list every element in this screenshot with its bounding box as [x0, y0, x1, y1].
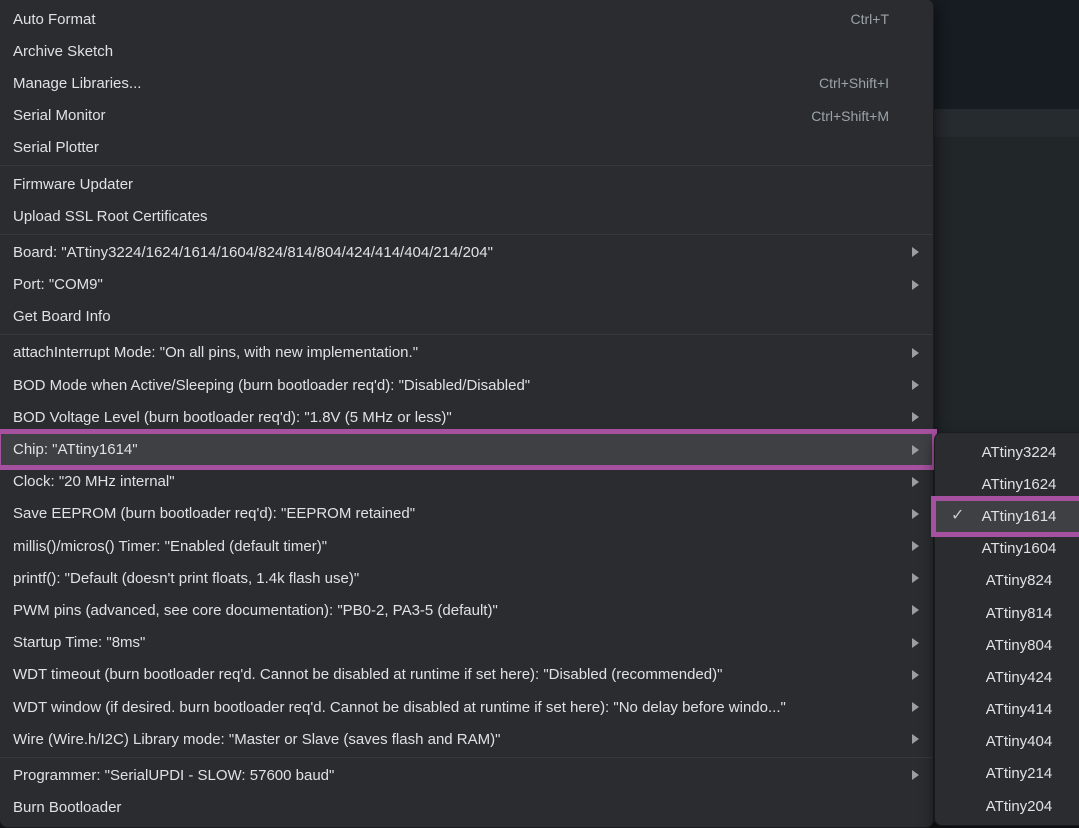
- menu-item[interactable]: BOD Mode when Active/Sleeping (burn boot…: [0, 369, 933, 401]
- menu-item[interactable]: WDT window (if desired. burn bootloader …: [0, 691, 933, 723]
- submenu-item-label: ATtiny214: [986, 765, 1052, 782]
- menu-item[interactable]: Firmware Updater: [0, 168, 933, 200]
- menu-item-label: Board: "ATtiny3224/1624/1614/1604/824/81…: [13, 244, 493, 261]
- submenu-arrow-icon: [912, 702, 919, 712]
- menu-item[interactable]: Port: "COM9": [0, 269, 933, 301]
- menu-item-label: Clock: "20 MHz internal": [13, 473, 175, 490]
- menu-item[interactable]: Serial Plotter: [0, 132, 933, 164]
- menu-item[interactable]: printf(): "Default (doesn't print floats…: [0, 562, 933, 594]
- submenu-item[interactable]: ATtiny824: [935, 565, 1079, 597]
- menu-item[interactable]: Auto Format Ctrl+T: [0, 3, 933, 35]
- menu-item-label: printf(): "Default (doesn't print floats…: [13, 570, 359, 587]
- submenu-item-label: ATtiny1614: [982, 508, 1057, 525]
- menu-item[interactable]: attachInterrupt Mode: "On all pins, with…: [0, 337, 933, 369]
- menu-item-shortcut: Ctrl+Shift+M: [811, 108, 889, 124]
- menu-item[interactable]: PWM pins (advanced, see core documentati…: [0, 594, 933, 626]
- submenu-item[interactable]: ATtiny204: [935, 790, 1079, 822]
- menu-item-label: Get Board Info: [13, 308, 111, 325]
- chip-submenu: ATtiny3224 ATtiny1624 ✓ ATtiny1614 ATtin…: [934, 432, 1079, 826]
- submenu-item-label: ATtiny404: [986, 733, 1052, 750]
- menu-item[interactable]: Burn Bootloader: [0, 792, 933, 824]
- menu-item-label: Wire (Wire.h/I2C) Library mode: "Master …: [13, 731, 500, 748]
- submenu-arrow-icon: [912, 412, 919, 422]
- submenu-item-label: ATtiny414: [986, 701, 1052, 718]
- menu-item-label: Archive Sketch: [13, 43, 113, 60]
- menu-item-label: Port: "COM9": [13, 276, 103, 293]
- menu-item-label: Firmware Updater: [13, 176, 133, 193]
- menu-item-label: attachInterrupt Mode: "On all pins, with…: [13, 344, 418, 361]
- menu-item-label: Save EEPROM (burn bootloader req'd): "EE…: [13, 505, 415, 522]
- menu-item[interactable]: Save EEPROM (burn bootloader req'd): "EE…: [0, 498, 933, 530]
- submenu-item-label: ATtiny814: [986, 605, 1052, 622]
- submenu-arrow-icon: [912, 280, 919, 290]
- submenu-item[interactable]: ATtiny414: [935, 694, 1079, 726]
- menu-item[interactable]: Manage Libraries... Ctrl+Shift+I: [0, 67, 933, 99]
- menu-item[interactable]: Chip: "ATtiny1614": [0, 433, 933, 465]
- menu-item-label: Programmer: "SerialUPDI - SLOW: 57600 ba…: [13, 767, 334, 784]
- submenu-item[interactable]: ATtiny424: [935, 661, 1079, 693]
- submenu-item[interactable]: ATtiny404: [935, 726, 1079, 758]
- submenu-item[interactable]: ATtiny1604: [935, 533, 1079, 565]
- submenu-item-label: ATtiny804: [986, 637, 1052, 654]
- menu-item-label: Burn Bootloader: [13, 799, 121, 816]
- submenu-arrow-icon: [912, 477, 919, 487]
- submenu-item[interactable]: ATtiny1624: [935, 468, 1079, 500]
- submenu-arrow-icon: [912, 380, 919, 390]
- menu-item-label: BOD Mode when Active/Sleeping (burn boot…: [13, 377, 530, 394]
- submenu-arrow-icon: [912, 670, 919, 680]
- submenu-arrow-icon: [912, 734, 919, 744]
- menu-item[interactable]: millis()/micros() Timer: "Enabled (defau…: [0, 530, 933, 562]
- submenu-item[interactable]: ATtiny814: [935, 597, 1079, 629]
- menu-item[interactable]: Programmer: "SerialUPDI - SLOW: 57600 ba…: [0, 759, 933, 791]
- submenu-item-label: ATtiny424: [986, 669, 1052, 686]
- menu-item[interactable]: Archive Sketch: [0, 35, 933, 67]
- submenu-item-label: ATtiny824: [986, 572, 1052, 589]
- submenu-item[interactable]: ATtiny214: [935, 758, 1079, 790]
- submenu-item[interactable]: ✓ ATtiny1614: [935, 500, 1079, 532]
- submenu-item[interactable]: ATtiny804: [935, 629, 1079, 661]
- submenu-arrow-icon: [912, 638, 919, 648]
- menu-item-label: Auto Format: [13, 11, 96, 28]
- menu-item[interactable]: BOD Voltage Level (burn bootloader req'd…: [0, 401, 933, 433]
- menu-item[interactable]: Upload SSL Root Certificates: [0, 200, 933, 232]
- tools-menu: Auto Format Ctrl+T Archive Sketch Manage…: [0, 0, 934, 828]
- menu-item[interactable]: Board: "ATtiny3224/1624/1614/1604/824/81…: [0, 236, 933, 268]
- menu-item-label: WDT window (if desired. burn bootloader …: [13, 699, 786, 716]
- menu-item-label: Upload SSL Root Certificates: [13, 208, 208, 225]
- menu-item-label: BOD Voltage Level (burn bootloader req'd…: [13, 409, 452, 426]
- submenu-arrow-icon: [912, 770, 919, 780]
- submenu-item-label: ATtiny1624: [982, 476, 1057, 493]
- check-icon: ✓: [951, 508, 964, 524]
- submenu-arrow-icon: [912, 445, 919, 455]
- menu-item-label: Serial Monitor: [13, 107, 106, 124]
- menu-item-label: Chip: "ATtiny1614": [13, 441, 138, 458]
- submenu-item[interactable]: ATtiny3224: [935, 436, 1079, 468]
- submenu-arrow-icon: [912, 605, 919, 615]
- submenu-arrow-icon: [912, 541, 919, 551]
- menu-item-label: Serial Plotter: [13, 139, 99, 156]
- menu-item[interactable]: Startup Time: "8ms": [0, 627, 933, 659]
- menu-item-shortcut: Ctrl+Shift+I: [819, 75, 889, 91]
- submenu-item-label: ATtiny3224: [982, 444, 1057, 461]
- submenu-arrow-icon: [912, 348, 919, 358]
- menu-item[interactable]: Wire (Wire.h/I2C) Library mode: "Master …: [0, 723, 933, 755]
- menu-item[interactable]: Get Board Info: [0, 301, 933, 333]
- menu-item-label: Manage Libraries...: [13, 75, 141, 92]
- menu-item-label: WDT timeout (burn bootloader req'd. Cann…: [13, 666, 722, 683]
- menu-item-label: millis()/micros() Timer: "Enabled (defau…: [13, 538, 327, 555]
- menu-item[interactable]: Serial Monitor Ctrl+Shift+M: [0, 100, 933, 132]
- submenu-item-label: ATtiny1604: [982, 540, 1057, 557]
- submenu-arrow-icon: [912, 247, 919, 257]
- submenu-item-label: ATtiny204: [986, 798, 1052, 815]
- menu-item[interactable]: WDT timeout (burn bootloader req'd. Cann…: [0, 659, 933, 691]
- submenu-arrow-icon: [912, 509, 919, 519]
- menu-item[interactable]: Clock: "20 MHz internal": [0, 466, 933, 498]
- menu-item-label: Startup Time: "8ms": [13, 634, 145, 651]
- submenu-arrow-icon: [912, 573, 919, 583]
- menu-item-label: PWM pins (advanced, see core documentati…: [13, 602, 498, 619]
- menu-item-shortcut: Ctrl+T: [851, 11, 890, 27]
